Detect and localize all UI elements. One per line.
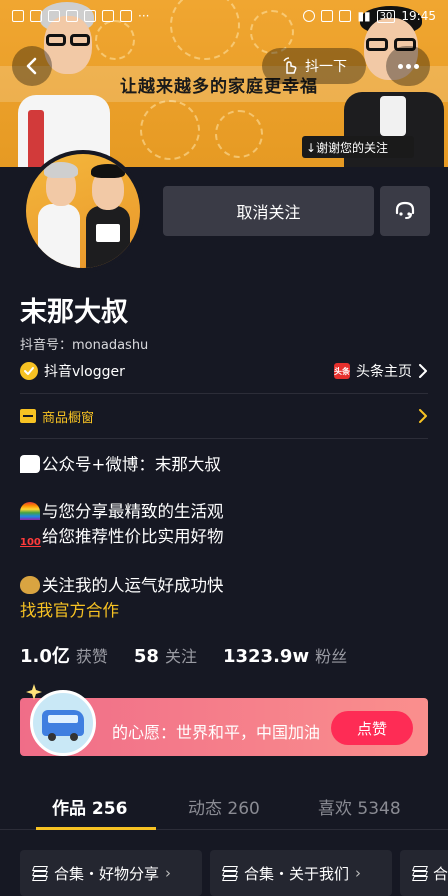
divider bbox=[20, 438, 428, 439]
stat-number: 1323.9w bbox=[222, 646, 310, 667]
stats-row: 1.0亿 获赞 58 关注 1323.9w 粉丝 bbox=[20, 642, 347, 668]
shop-icon bbox=[20, 409, 36, 423]
unfollow-button[interactable]: 取消关注 bbox=[163, 186, 374, 236]
tab-works[interactable]: 作品 256 bbox=[52, 794, 127, 819]
dot bbox=[405, 63, 411, 69]
chevron-right-icon bbox=[419, 364, 427, 378]
image-icon bbox=[30, 10, 42, 22]
wish-like-button[interactable]: 点赞 bbox=[331, 711, 413, 745]
stat-label: 粉丝 bbox=[315, 647, 348, 666]
stat-number: 1.0亿 bbox=[20, 646, 70, 667]
status-left-icons: ··· bbox=[12, 9, 149, 23]
collection-chip[interactable]: 合集・关于我们 › bbox=[210, 850, 392, 896]
sparkle-icon bbox=[26, 684, 42, 700]
chevron-right-icon: › bbox=[165, 864, 172, 882]
stat-likes[interactable]: 1.0亿 获赞 bbox=[20, 642, 108, 668]
chevron-right-icon: › bbox=[355, 864, 362, 882]
status-bar: ··· ▮▮ 30 19:45 bbox=[0, 0, 448, 32]
toutiao-homepage-link[interactable]: 头条 头条主页 bbox=[334, 361, 428, 381]
tshirt-icon bbox=[48, 10, 60, 22]
speech-bubble-icon bbox=[20, 455, 40, 473]
customer-service-button[interactable] bbox=[380, 186, 430, 236]
nfc-icon bbox=[321, 10, 334, 22]
toutiao-label: 头条主页 bbox=[356, 364, 412, 380]
vibrate-icon bbox=[339, 10, 352, 22]
collection-label: 合集・好物分享 bbox=[54, 864, 160, 883]
active-tab-indicator bbox=[36, 827, 156, 830]
briefcase-icon bbox=[84, 10, 96, 22]
shake-button[interactable]: 抖一下 bbox=[262, 48, 366, 84]
official-cooperation-link[interactable]: 找我官方合作 bbox=[20, 597, 119, 621]
bio-line: 与您分享最精致的生活观 bbox=[20, 498, 224, 522]
wish-text: 的心愿：世界和平，中国加油 bbox=[112, 723, 321, 742]
stat-following[interactable]: 58 关注 bbox=[134, 643, 197, 667]
tab-likes[interactable]: 喜欢 5348 bbox=[318, 794, 401, 819]
bio-line: 公众号+微博：末那大叔 bbox=[20, 451, 221, 475]
collection-label: 合 bbox=[432, 864, 448, 883]
stat-label: 获赞 bbox=[75, 647, 108, 666]
stat-followers[interactable]: 1323.9w 粉丝 bbox=[223, 643, 347, 667]
more-dots-icon: ··· bbox=[138, 9, 150, 23]
tab-dynamics[interactable]: 动态 260 bbox=[188, 794, 260, 819]
hundred-points-icon: 100 bbox=[20, 537, 41, 548]
shield-icon bbox=[120, 10, 132, 22]
dot bbox=[397, 63, 403, 69]
hd-icon bbox=[12, 10, 24, 22]
layers-icon bbox=[32, 865, 48, 881]
verified-badge: 抖音vlogger bbox=[20, 361, 125, 381]
layers-icon bbox=[412, 865, 428, 881]
status-right-icons: ▮▮ 30 19:45 bbox=[303, 9, 436, 23]
avatar[interactable] bbox=[22, 150, 144, 272]
profile-name: 末那大叔 bbox=[20, 297, 128, 328]
banner-thanks-badge: ↓谢谢您的关注 bbox=[302, 136, 414, 158]
battery-icon: 30 bbox=[376, 9, 396, 23]
shop-label: 商品橱窗 bbox=[42, 410, 95, 426]
bus-icon bbox=[42, 710, 84, 741]
headset-icon bbox=[395, 201, 415, 219]
shop-window-row[interactable]: 商品橱窗 bbox=[20, 404, 428, 428]
profile-tabs: 作品 256 动态 260 喜欢 5348 bbox=[0, 778, 448, 830]
signal-icon: ▮▮ bbox=[357, 9, 371, 23]
douyin-id: 抖音号：monadashu bbox=[20, 338, 149, 353]
verified-label: 抖音vlogger bbox=[44, 364, 125, 380]
stat-number: 58 bbox=[133, 646, 159, 667]
back-button[interactable] bbox=[12, 46, 52, 86]
bio-line: 100给您推荐性价比实用好物 bbox=[20, 523, 224, 555]
money-bag-icon bbox=[20, 576, 40, 594]
layers-icon bbox=[222, 865, 238, 881]
toutiao-logo-icon: 头条 bbox=[334, 363, 350, 379]
chevron-right-icon bbox=[419, 409, 427, 423]
status-time: 19:45 bbox=[401, 9, 436, 23]
more-button[interactable] bbox=[386, 46, 430, 86]
collection-chip[interactable]: 合集・好物分享 › bbox=[20, 850, 202, 896]
collection-chip[interactable]: 合 bbox=[400, 850, 448, 896]
chevron-left-icon bbox=[26, 57, 37, 75]
divider bbox=[20, 393, 428, 394]
collection-label: 合集・关于我们 bbox=[244, 864, 350, 883]
shake-label: 抖一下 bbox=[305, 59, 347, 75]
mail-icon bbox=[102, 10, 114, 22]
dot bbox=[413, 63, 419, 69]
eye-icon bbox=[303, 10, 316, 22]
bio-line: 关注我的人运气好成功快 bbox=[20, 572, 224, 596]
verified-check-icon bbox=[20, 362, 38, 380]
stat-label: 关注 bbox=[164, 647, 197, 666]
flag-icon bbox=[66, 10, 78, 22]
hand-tap-icon bbox=[283, 57, 297, 74]
rainbow-icon bbox=[20, 502, 40, 520]
